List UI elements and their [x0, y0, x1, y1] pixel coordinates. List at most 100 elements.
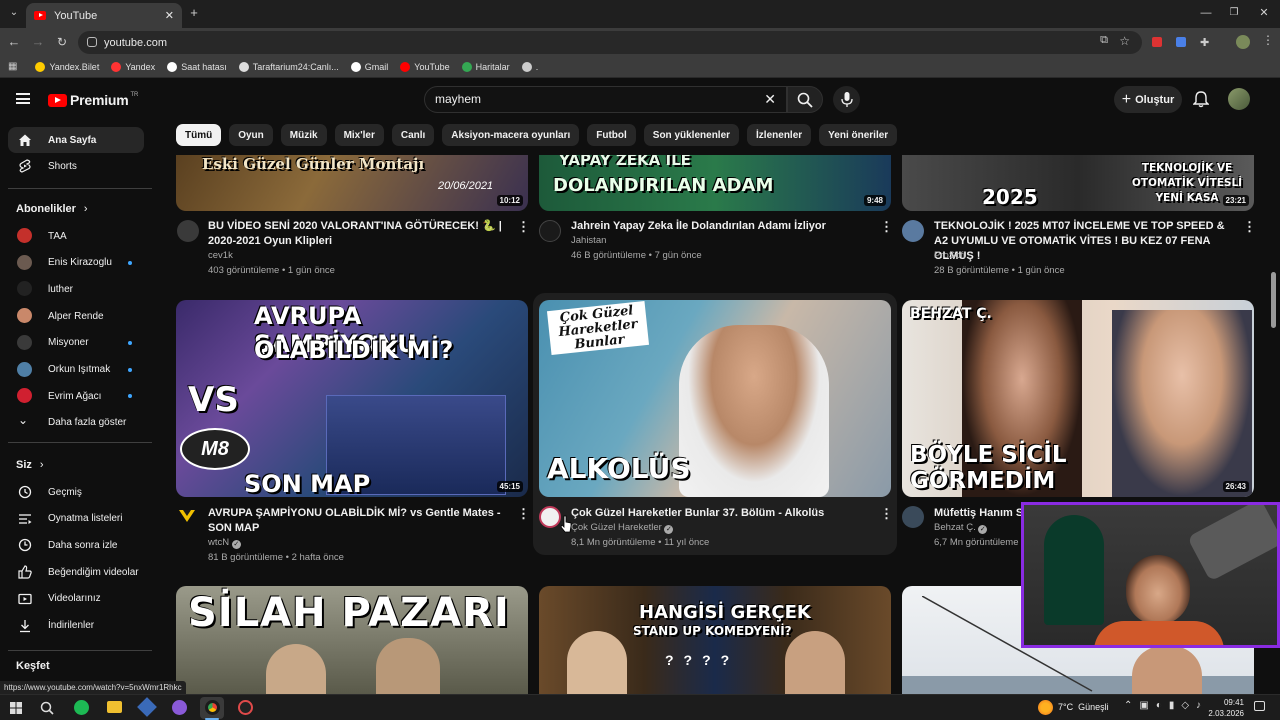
channel-name[interactable]: Behzat Ç. ✓ [934, 520, 988, 535]
sidebar-subscription-item[interactable]: Misyoner [8, 330, 144, 356]
chip-7[interactable]: Son yüklenenler [643, 124, 740, 146]
channel-avatar[interactable] [539, 220, 561, 242]
youtube-premium-logo[interactable]: Premium TR [48, 92, 138, 108]
chrome-taskbar-active[interactable] [200, 697, 224, 719]
more-options-icon[interactable]: ⋮ [517, 219, 530, 235]
voice-search-button[interactable] [833, 86, 860, 113]
sidebar-show-more[interactable]: ⌄ Daha fazla göster [8, 409, 144, 435]
channel-avatar[interactable] [177, 220, 199, 242]
channel-avatar[interactable] [177, 506, 197, 526]
weather-text[interactable]: 7°C Güneşli [1058, 702, 1109, 712]
chip-4[interactable]: Canlı [391, 124, 435, 146]
video-thumbnail[interactable]: AVRUPA ŞAMPİYONU OLABİLDİK Mİ? VS M8 SON… [176, 300, 528, 497]
translate-extension-icon[interactable] [1176, 37, 1186, 47]
video-thumbnail[interactable]: Eski Güzel Günler Montajı 20/06/2021 10:… [176, 155, 528, 211]
chip-5[interactable]: Aksiyon-macera oyunları [442, 124, 580, 146]
discord-app-icon[interactable] [172, 700, 187, 715]
file-explorer-icon[interactable] [107, 701, 122, 713]
taskbar-search-icon[interactable] [40, 701, 54, 715]
system-tray-icons[interactable]: ⌃▣◐▮◇♪ [1124, 700, 1208, 711]
bookmark-item[interactable]: Yandex.Bilet [35, 61, 99, 72]
sidebar-subscription-item[interactable]: Enis Kirazoglu [8, 250, 144, 276]
channel-avatar[interactable] [539, 506, 561, 528]
channel-name[interactable]: ProSofi [934, 248, 965, 263]
bookmark-item[interactable]: Saat hatası [167, 61, 227, 72]
app-icon[interactable] [137, 697, 157, 717]
channel-name[interactable]: wtcN ✓ [208, 535, 241, 550]
sidebar-item-you-3[interactable]: Beğendiğim videolar [8, 559, 144, 585]
chip-0[interactable]: Tümü [176, 124, 222, 146]
back-icon[interactable]: ← [4, 28, 24, 56]
video-thumbnail[interactable]: BEHZAT Ç. BÖYLE SİCİL GÖRMEDİM 26:43 [902, 300, 1254, 497]
more-options-icon[interactable]: ⋮ [880, 219, 893, 235]
user-avatar[interactable] [1228, 88, 1250, 110]
search-input[interactable]: mayhem ✕ [424, 86, 787, 113]
windows-start-icon[interactable] [10, 702, 22, 714]
bookmark-item[interactable]: Gmail [350, 61, 388, 72]
clock[interactable]: 09:41 2.03.2026 [1200, 697, 1244, 719]
bookmark-item[interactable]: Haritalar [461, 61, 510, 72]
video-title[interactable]: Müfettiş Hanım Sa [934, 506, 1024, 521]
bookmark-item[interactable]: Taraftarium24:Canlı... [238, 61, 339, 72]
sidebar-subscription-item[interactable]: Orkun Işıtmak [8, 357, 144, 383]
extensions-puzzle-icon[interactable]: ✚ [1200, 36, 1209, 49]
minimize-icon[interactable]: — [1196, 0, 1216, 26]
new-tab-button[interactable]: + [184, 0, 204, 26]
channel-name[interactable]: cev1k [208, 248, 233, 263]
chip-6[interactable]: Futbol [587, 124, 636, 146]
sidebar-subscription-item[interactable]: Evrim Ağacı [8, 383, 144, 409]
channel-avatar[interactable] [902, 506, 924, 528]
weather-sun-icon[interactable] [1038, 700, 1053, 715]
chip-8[interactable]: İzlenenler [747, 124, 812, 146]
more-options-icon[interactable]: ⋮ [880, 506, 893, 522]
close-tab-icon[interactable]: ✕ [165, 9, 174, 22]
sidebar-item-home[interactable]: Ana Sayfa [8, 127, 144, 153]
restore-icon[interactable]: ❐ [1224, 0, 1244, 26]
sidebar-subscription-item[interactable]: TAA [8, 223, 144, 249]
channel-name[interactable]: Jahistan [571, 233, 606, 248]
create-button[interactable]: + Oluştur [1114, 86, 1182, 113]
sidebar-item-you-2[interactable]: Daha sonra izle [8, 532, 144, 558]
sidebar-item-shorts[interactable]: Shorts [8, 153, 144, 179]
forward-icon[interactable]: → [28, 28, 48, 56]
you-heading[interactable]: Siz › [16, 459, 44, 471]
sidebar-item-you-1[interactable]: Oynatma listeleri [8, 506, 144, 532]
chip-1[interactable]: Oyun [229, 124, 273, 146]
reload-icon[interactable]: ↻ [52, 28, 72, 56]
apps-grid-icon[interactable]: ▦ [8, 61, 17, 72]
notification-center-icon[interactable] [1254, 701, 1265, 711]
notifications-bell-icon[interactable] [1193, 91, 1209, 108]
sidebar-item-you-0[interactable]: Geçmiş [8, 479, 144, 505]
bookmark-item[interactable]: Yandex [111, 61, 155, 72]
hamburger-menu-icon[interactable] [16, 93, 30, 104]
video-title[interactable]: Jahrein Yapay Zeka İle Dolandırılan Adam… [571, 219, 871, 234]
video-thumbnail[interactable]: Çok Güzel Hareketler Bunlar ALKOLÜS [539, 300, 891, 497]
address-bar[interactable]: youtube.com ⧉ ☆ [78, 31, 1142, 54]
more-options-icon[interactable]: ⋮ [517, 506, 530, 522]
more-options-icon[interactable]: ⋮ [1243, 219, 1256, 235]
chrome-menu-icon[interactable]: ⋮ [1262, 33, 1274, 47]
site-info-icon[interactable] [87, 37, 97, 47]
clear-search-icon[interactable]: ✕ [764, 87, 776, 112]
video-title[interactable]: TEKNOLOJİK ! 2025 MT07 İNCELEME VE TOP S… [934, 219, 1234, 264]
video-thumbnail[interactable]: HANGİSİ GERÇEK STAND UP KOMEDYENİ? ???? [539, 586, 891, 694]
bookmark-item[interactable]: YouTube [400, 61, 450, 72]
close-window-icon[interactable]: ✕ [1254, 0, 1274, 26]
browser-tab-youtube[interactable]: YouTube ✕ [26, 3, 182, 28]
tab-search-icon[interactable]: ⌄ [4, 0, 24, 26]
spotify-app-icon[interactable] [74, 700, 89, 715]
profile-avatar[interactable] [1236, 35, 1250, 49]
install-icon[interactable]: ⧉ [1100, 34, 1108, 47]
page-scrollbar[interactable] [1271, 272, 1276, 328]
bookmark-item[interactable]: . [521, 61, 538, 72]
chip-9[interactable]: Yeni öneriler [819, 124, 898, 146]
sidebar-subscription-item[interactable]: Alper Rende [8, 303, 144, 329]
video-title[interactable]: BU VİDEO SENİ 2020 VALORANT'INA GÖTÜRECE… [208, 219, 508, 249]
video-thumbnail[interactable]: YAPAY ZEKA İLE DOLANDIRILAN ADAM 9:48 [539, 155, 891, 211]
app-icon[interactable] [238, 700, 253, 715]
video-thumbnail[interactable]: TEKNOLOJİK VE OTOMATİK VİTESLİ YENİ KASA… [902, 155, 1254, 211]
subscriptions-heading[interactable]: Abonelikler › [16, 203, 88, 215]
sidebar-item-you-4[interactable]: Videolarınız [8, 586, 144, 612]
search-button[interactable] [787, 86, 823, 113]
sidebar-subscription-item[interactable]: luther [8, 276, 144, 302]
